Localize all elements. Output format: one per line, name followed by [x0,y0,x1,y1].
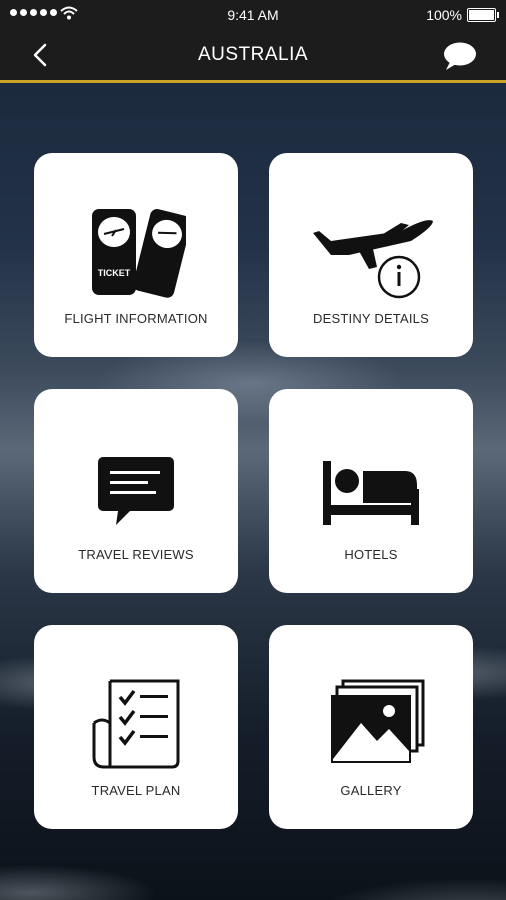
ticket-icon: TICKET [34,153,238,313]
tile-travel-plan[interactable]: TRAVEL PLAN [34,625,238,829]
chat-bubble-icon[interactable] [442,40,478,72]
tile-label: DESTINY DETAILS [313,311,429,326]
bed-icon [269,389,473,549]
tile-label: GALLERY [340,783,402,798]
tile-gallery[interactable]: GALLERY [269,625,473,829]
checklist-icon [34,625,238,785]
battery-percent: 100% [426,7,462,23]
airplane-info-icon [269,153,473,313]
status-bar: 9:41 AM 100% [0,0,506,30]
tile-label: HOTELS [344,547,398,562]
nav-bar: AUSTRALIA [0,30,506,83]
tile-label: TRAVEL REVIEWS [78,547,194,562]
review-message-icon [34,389,238,549]
tile-label: TRAVEL PLAN [91,783,181,798]
tile-flight-information[interactable]: TICKET FLIGHT INFORMATION [34,153,238,357]
svg-text:TICKET: TICKET [98,268,131,278]
tile-travel-reviews[interactable]: TRAVEL REVIEWS [34,389,238,593]
tile-hotels[interactable]: HOTELS [269,389,473,593]
tile-destiny-details[interactable]: DESTINY DETAILS [269,153,473,357]
gallery-icon [269,625,473,785]
battery-icon [467,8,499,22]
tile-label: FLIGHT INFORMATION [64,311,208,326]
page-title: AUSTRALIA [197,44,309,65]
